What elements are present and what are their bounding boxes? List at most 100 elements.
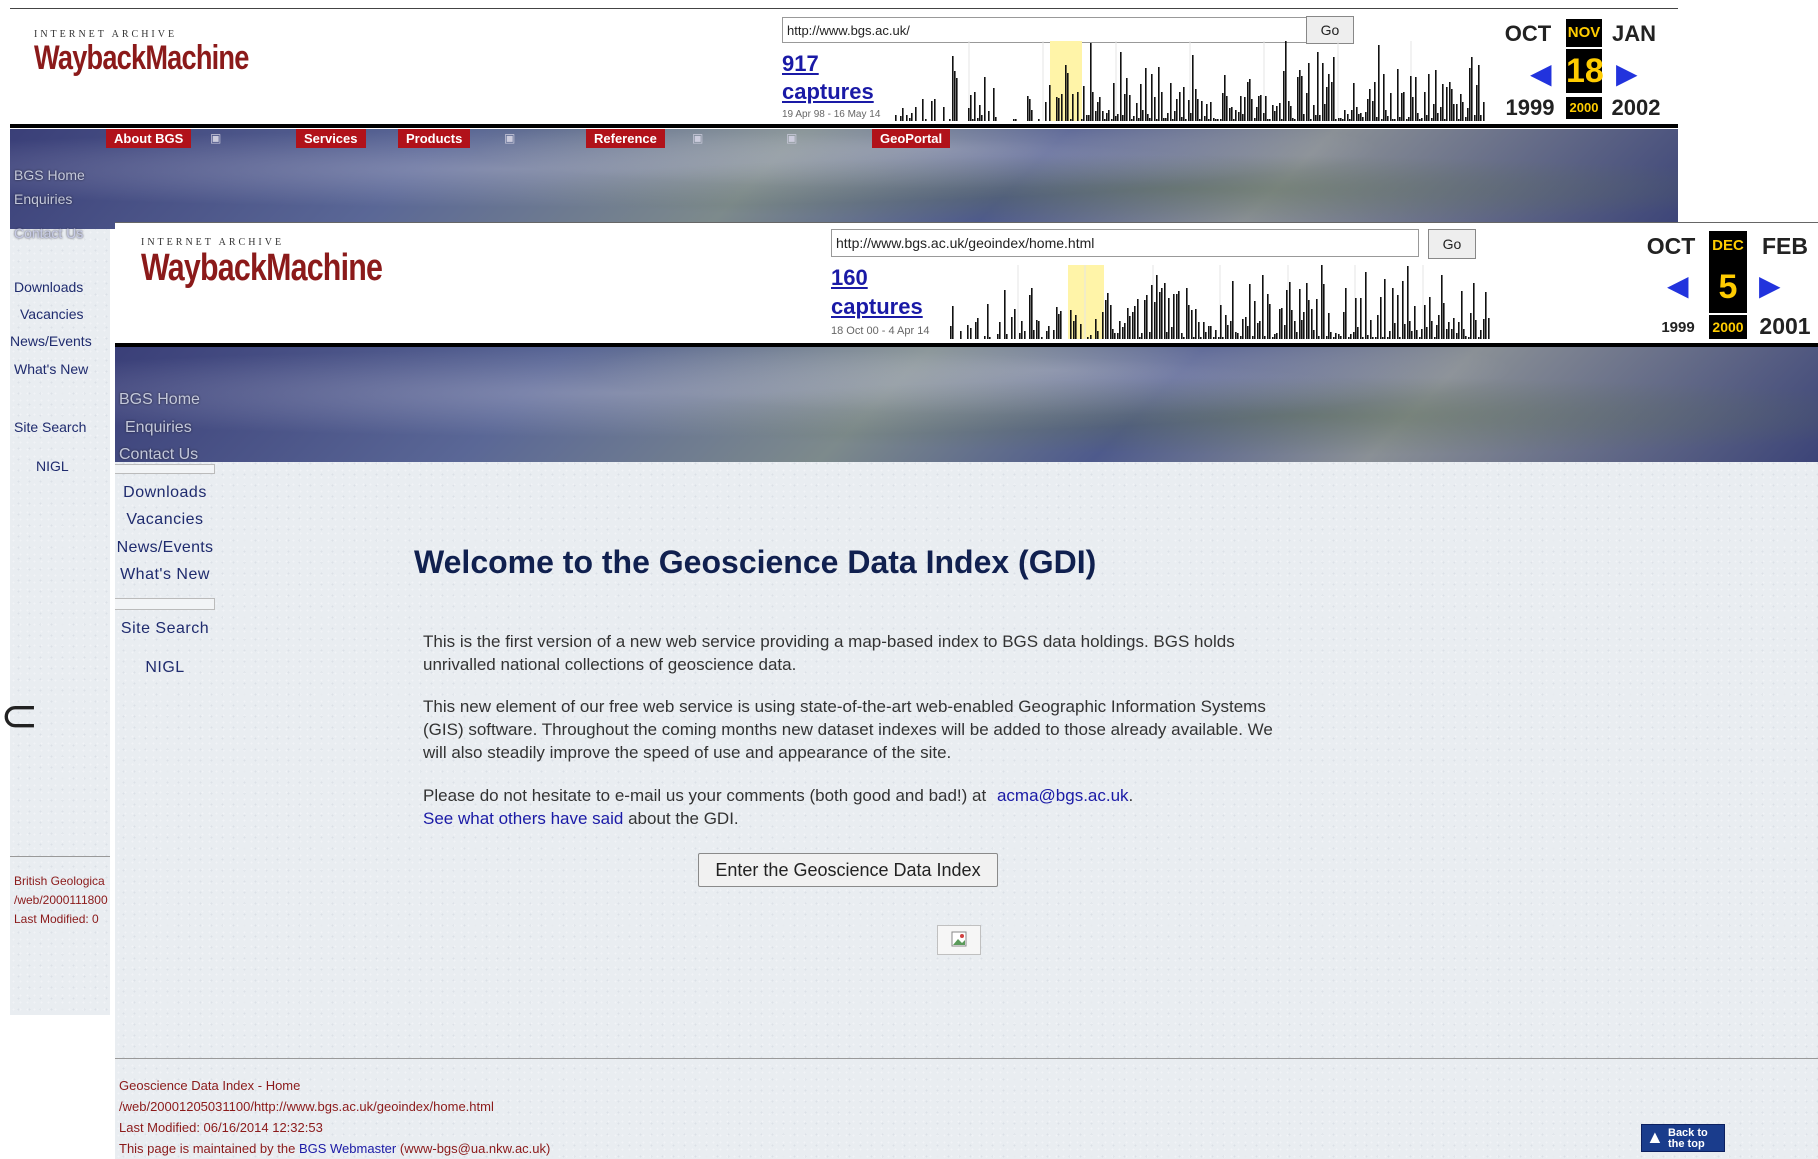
sparkline-bar	[1117, 114, 1119, 121]
sparkline-bar	[1463, 329, 1465, 339]
sparkline-bar	[1249, 79, 1251, 121]
sparkline-bar	[967, 325, 969, 339]
back-month-current: NOV	[1566, 19, 1602, 47]
front-side-whatsnew[interactable]: What's New	[119, 566, 211, 584]
sparkline-bar	[1183, 337, 1185, 339]
sparkline-bar	[1313, 330, 1315, 339]
sparkline-bar	[1083, 86, 1085, 121]
page-title: Welcome to the Geoscience Data Index (GD…	[414, 544, 1097, 580]
front-wayback-logo[interactable]: INTERNET ARCHIVE WaybackMachine	[141, 237, 442, 288]
sparkline-bar	[1220, 119, 1222, 121]
front-month-prev[interactable]: OCT	[1641, 233, 1701, 260]
sparkline-bar	[1392, 119, 1394, 121]
sparkline-bar	[1324, 104, 1326, 121]
wayback-logo-main: WaybackMachine	[141, 247, 383, 289]
sparkline-bar	[1252, 336, 1254, 339]
front-month-next[interactable]: FEB	[1755, 233, 1815, 260]
sparkline-bar	[1433, 104, 1435, 121]
back-side-search[interactable]: Site Search	[14, 419, 86, 435]
sparkline-bar	[1424, 92, 1426, 121]
sparkline-bar	[1407, 266, 1409, 339]
back-nav-about[interactable]: About BGS	[106, 129, 192, 148]
front-capture-sparkline[interactable]	[950, 265, 1490, 339]
sparkline-bar	[952, 56, 954, 121]
sparkline-bar	[1038, 119, 1040, 121]
front-next-arrow-icon[interactable]: ▶	[1759, 269, 1781, 302]
sparkline-bar	[1483, 102, 1485, 121]
sparkline-bar	[970, 328, 972, 339]
front-year-prev[interactable]: 1999	[1653, 319, 1703, 336]
back-to-top-button[interactable]: ▲ Back to the top	[1641, 1124, 1725, 1152]
sparkline-bar	[1283, 71, 1285, 121]
see-others-link[interactable]: See what others have said	[423, 809, 623, 828]
front-side-ghost-contact[interactable]: Contact Us	[119, 446, 198, 462]
back-nav-products[interactable]: Products	[398, 129, 471, 148]
back-next-arrow-icon[interactable]: ▶	[1616, 57, 1638, 90]
back-side-ghost-home[interactable]: BGS Home	[14, 167, 85, 183]
back-prev-arrow-icon[interactable]: ◀	[1530, 57, 1552, 90]
sparkline-bar	[1348, 337, 1350, 339]
sparkline-bar	[1301, 320, 1303, 339]
front-captures-label[interactable]: captures	[831, 294, 923, 320]
back-side-vacancies[interactable]: Vacancies	[20, 306, 84, 322]
back-year-next[interactable]: 2002	[1607, 95, 1665, 121]
sparkline-bar	[1369, 89, 1371, 121]
back-side-whatsnew[interactable]: What's New	[14, 361, 88, 377]
back-url-input[interactable]	[782, 17, 1307, 43]
back-captures-count[interactable]: 917	[782, 51, 819, 77]
sparkline-bar	[1131, 119, 1133, 121]
sparkline-bar	[993, 88, 995, 121]
webmaster-link[interactable]: BGS Webmaster	[299, 1141, 396, 1156]
sparkline-bar	[915, 107, 917, 121]
back-captures-label[interactable]: captures	[782, 79, 874, 105]
sparkline-bar	[1358, 114, 1360, 121]
sparkline-bar	[1415, 77, 1417, 121]
sparkline-bar	[1158, 67, 1160, 121]
sparkline-bar	[1171, 327, 1173, 339]
sparkline-bar	[1453, 104, 1455, 121]
sparkline-bar	[1401, 93, 1403, 121]
sparkline-bar	[1318, 336, 1320, 339]
front-side-ghost-home[interactable]: BGS Home	[119, 391, 200, 409]
back-go-button[interactable]: Go	[1306, 16, 1354, 44]
sparkline-bar	[1072, 94, 1074, 121]
back-month-prev[interactable]: OCT	[1504, 21, 1552, 47]
back-wayback-logo[interactable]: INTERNET ARCHIVE WaybackMachine	[34, 29, 302, 76]
front-url-input[interactable]	[831, 229, 1419, 257]
front-side-vacancies[interactable]: Vacancies	[119, 511, 211, 529]
front-side-news[interactable]: News/Events	[115, 539, 215, 557]
front-go-button[interactable]: Go	[1428, 229, 1476, 259]
sparkline-bar	[1326, 336, 1328, 339]
sparkline-bar	[1178, 291, 1180, 339]
sparkline-bar	[1061, 94, 1063, 121]
back-capture-sparkline[interactable]	[895, 41, 1485, 121]
sparkline-bar	[1199, 119, 1201, 121]
front-side-nigl[interactable]: NIGL	[119, 659, 211, 677]
sparkline-bar	[1419, 119, 1421, 121]
back-side-news[interactable]: News/Events	[10, 333, 92, 349]
sparkline-bar	[1240, 336, 1242, 339]
back-nav-geoportal[interactable]: GeoPortal	[872, 129, 951, 148]
front-side-ghost-enquiries[interactable]: Enquiries	[125, 419, 192, 437]
sparkline-bar	[1113, 83, 1115, 121]
back-side-nigl[interactable]: NIGL	[36, 458, 69, 474]
front-side-search[interactable]: Site Search	[119, 620, 211, 638]
back-side-ghost-contact[interactable]: Contact Us	[14, 225, 83, 241]
sparkline-bar	[1124, 94, 1126, 121]
back-side-downloads[interactable]: Downloads	[14, 279, 83, 295]
back-nav-reference[interactable]: Reference	[586, 129, 665, 148]
enter-gdi-button[interactable]: Enter the Geoscience Data Index	[698, 853, 998, 887]
back-month-next[interactable]: JAN	[1607, 21, 1661, 47]
sparkline-bar	[1306, 283, 1308, 339]
front-side-downloads[interactable]: Downloads	[119, 484, 211, 502]
front-captures-count[interactable]: 160	[831, 265, 868, 291]
back-side-ghost-enquiries[interactable]: Enquiries	[14, 191, 72, 207]
email-link[interactable]: acma@bgs.ac.uk	[997, 786, 1129, 805]
feedback-text: Please do not hesitate to e-mail us your…	[423, 786, 987, 805]
back-year-prev[interactable]: 1999	[1504, 95, 1556, 121]
front-year-next[interactable]: 2001	[1755, 313, 1815, 340]
front-prev-arrow-icon[interactable]: ◀	[1667, 269, 1689, 302]
sparkline-bar	[1126, 78, 1128, 121]
sparkline-bar	[1233, 119, 1235, 121]
back-nav-services[interactable]: Services	[296, 129, 366, 148]
